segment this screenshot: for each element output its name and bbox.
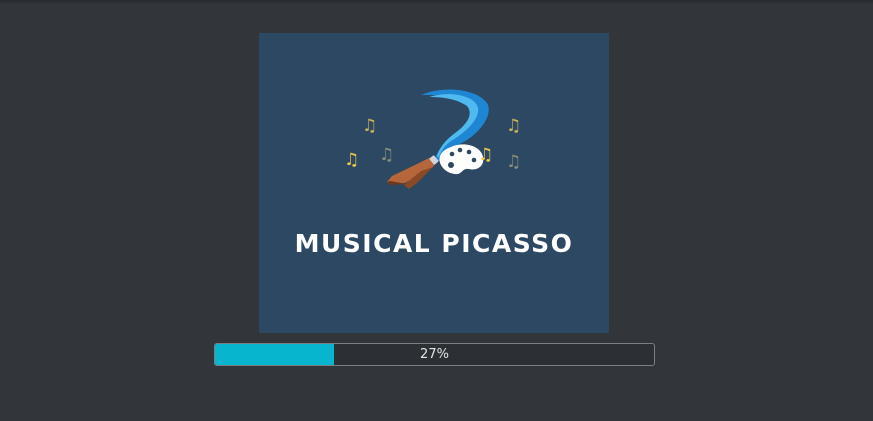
progress-label: 27% (420, 347, 449, 362)
logo-artwork: ♫ ♫ ♫ ♫ ♫ ♫ (344, 89, 521, 189)
svg-text:♫: ♫ (478, 145, 493, 165)
window-top-edge (0, 0, 873, 4)
paintbrush-icon (387, 89, 489, 189)
svg-text:♫: ♫ (362, 116, 377, 136)
svg-text:♫: ♫ (344, 150, 359, 170)
svg-text:♫: ♫ (506, 116, 521, 136)
svg-text:♫: ♫ (379, 145, 394, 165)
app-title: MUSICAL PICASSO (294, 229, 574, 258)
splash-logo: ♫ ♫ ♫ ♫ ♫ ♫ MUSICAL PICASSO (259, 33, 609, 333)
svg-text:♫: ♫ (506, 152, 521, 172)
loading-progress-bar: 27% (214, 343, 655, 366)
